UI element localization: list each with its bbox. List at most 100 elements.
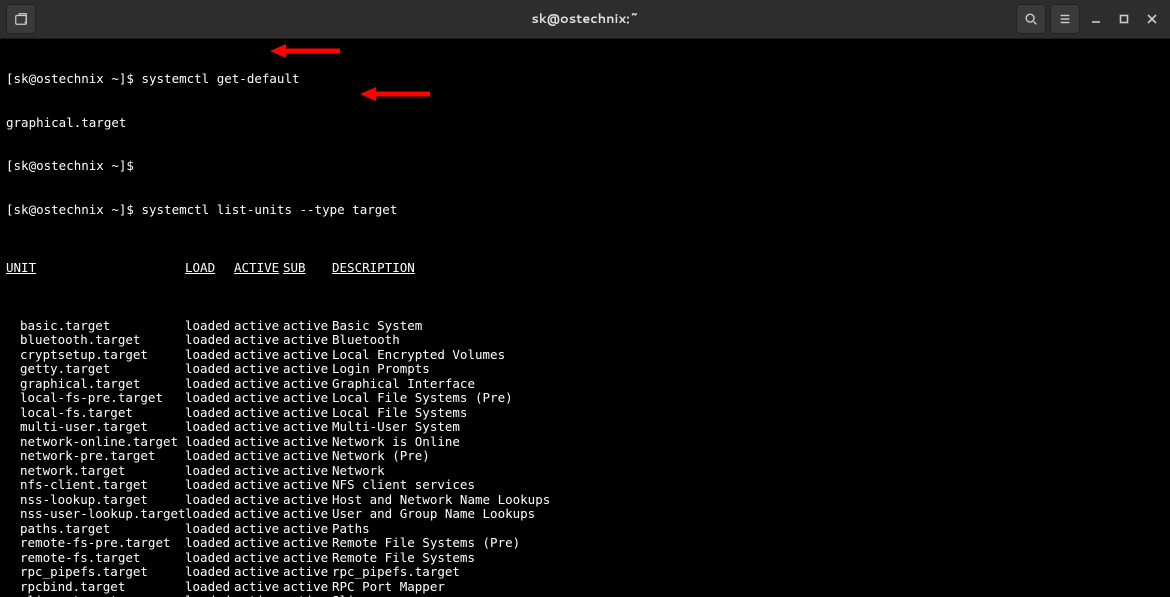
row-indent: remote-fs.target [6, 551, 185, 566]
cell-desc: Host and Network Name Lookups [332, 493, 550, 508]
window-title: sk@ostechnix:~ [0, 10, 1170, 28]
cell-load: loaded [185, 406, 234, 421]
row-indent: basic.target [6, 319, 185, 334]
cell-unit: nss-user-lookup.target [20, 507, 185, 522]
table-row: rpc_pipefs.targetloadedactiveactiverpc_p… [6, 565, 1164, 580]
cell-load: loaded [185, 493, 234, 508]
cell-desc: Paths [332, 522, 370, 537]
cell-desc: Local Encrypted Volumes [332, 348, 505, 363]
cell-unit: nss-lookup.target [20, 493, 185, 508]
cell-unit: cryptsetup.target [20, 348, 185, 363]
cell-sub: active [283, 464, 332, 479]
row-indent: graphical.target [6, 377, 185, 392]
cell-unit: network-online.target [20, 435, 185, 450]
cell-desc: RPC Port Mapper [332, 580, 445, 595]
close-button[interactable] [1140, 7, 1164, 31]
table-row: cryptsetup.targetloadedactiveactiveLocal… [6, 348, 1164, 363]
prompt: [sk@ostechnix ~]$ [6, 202, 141, 217]
table-row: network-online.targetloadedactiveactiveN… [6, 435, 1164, 450]
cell-desc: Graphical Interface [332, 377, 475, 392]
cell-load: loaded [185, 507, 234, 522]
cell-load: loaded [185, 464, 234, 479]
cell-sub: active [283, 449, 332, 464]
cell-sub: active [283, 493, 332, 508]
row-indent: local-fs.target [6, 406, 185, 421]
row-indent: nss-user-lookup.target [6, 507, 185, 522]
table-row: paths.targetloadedactiveactivePaths [6, 522, 1164, 537]
table-row: nss-user-lookup.targetloadedactiveactive… [6, 507, 1164, 522]
minimize-button[interactable] [1084, 7, 1108, 31]
cell-active: active [234, 348, 283, 363]
cell-load: loaded [185, 478, 234, 493]
table-header: UNITLOADACTIVESUBDESCRIPTION [6, 261, 1164, 276]
table-row: network-pre.targetloadedactiveactiveNetw… [6, 449, 1164, 464]
cell-active: active [234, 391, 283, 406]
cell-active: active [234, 406, 283, 421]
table-row: local-fs-pre.targetloadedactiveactiveLoc… [6, 391, 1164, 406]
cell-active: active [234, 522, 283, 537]
maximize-button[interactable] [1112, 7, 1136, 31]
header-load: LOAD [185, 261, 234, 276]
cell-load: loaded [185, 348, 234, 363]
cell-unit: bluetooth.target [20, 333, 185, 348]
cell-active: active [234, 551, 283, 566]
new-tab-button[interactable] [6, 4, 36, 34]
command-2: systemctl list-units --type target [141, 202, 397, 217]
cell-desc: Local File Systems (Pre) [332, 391, 513, 406]
table-row: nfs-client.targetloadedactiveactiveNFS c… [6, 478, 1164, 493]
header-unit: UNIT [6, 261, 185, 276]
cell-active: active [234, 435, 283, 450]
cell-unit: local-fs.target [20, 406, 185, 421]
cell-desc: rpc_pipefs.target [332, 565, 460, 580]
table-row: nss-lookup.targetloadedactiveactiveHost … [6, 493, 1164, 508]
prompt-line-2: [sk@ostechnix ~]$ [6, 159, 1164, 174]
table-row: bluetooth.targetloadedactiveactiveBlueto… [6, 333, 1164, 348]
annotation-arrow-1 [270, 42, 340, 60]
cell-unit: remote-fs-pre.target [20, 536, 185, 551]
cell-sub: active [283, 580, 332, 595]
cell-load: loaded [185, 551, 234, 566]
cell-load: loaded [185, 449, 234, 464]
cell-desc: Network [332, 464, 385, 479]
cell-sub: active [283, 406, 332, 421]
cell-active: active [234, 536, 283, 551]
row-indent: network-pre.target [6, 449, 185, 464]
table-row: network.targetloadedactiveactiveNetwork [6, 464, 1164, 479]
cell-desc: Bluetooth [332, 333, 400, 348]
cell-sub: active [283, 507, 332, 522]
cell-unit: rpc_pipefs.target [20, 565, 185, 580]
cell-sub: active [283, 420, 332, 435]
cell-unit: network.target [20, 464, 185, 479]
cell-desc: Login Prompts [332, 362, 430, 377]
prompt-line-3: [sk@ostechnix ~]$ systemctl list-units -… [6, 203, 1164, 218]
terminal-body[interactable]: [sk@ostechnix ~]$ systemctl get-default … [0, 39, 1170, 597]
row-indent: local-fs-pre.target [6, 391, 185, 406]
terminal-window: sk@ostechnix:~ [0, 0, 1170, 597]
cell-active: active [234, 362, 283, 377]
cell-active: active [234, 507, 283, 522]
cell-unit: nfs-client.target [20, 478, 185, 493]
cell-unit: paths.target [20, 522, 185, 537]
header-sub: SUB [283, 261, 332, 276]
cell-active: active [234, 333, 283, 348]
cell-unit: basic.target [20, 319, 185, 334]
cell-desc: Multi-User System [332, 420, 460, 435]
cell-unit: getty.target [20, 362, 185, 377]
command-1: systemctl get-default [141, 71, 299, 86]
cell-active: active [234, 449, 283, 464]
cell-load: loaded [185, 362, 234, 377]
row-indent: rpc_pipefs.target [6, 565, 185, 580]
row-indent: nss-lookup.target [6, 493, 185, 508]
cell-active: active [234, 377, 283, 392]
menu-button[interactable] [1050, 4, 1080, 34]
table-row: graphical.targetloadedactiveactiveGraphi… [6, 377, 1164, 392]
search-button[interactable] [1016, 4, 1046, 34]
cell-sub: active [283, 551, 332, 566]
cell-unit: network-pre.target [20, 449, 185, 464]
cell-load: loaded [185, 391, 234, 406]
cell-unit: graphical.target [20, 377, 185, 392]
row-indent: nfs-client.target [6, 478, 185, 493]
cell-active: active [234, 478, 283, 493]
cell-desc: Basic System [332, 319, 422, 334]
titlebar: sk@ostechnix:~ [0, 0, 1170, 39]
